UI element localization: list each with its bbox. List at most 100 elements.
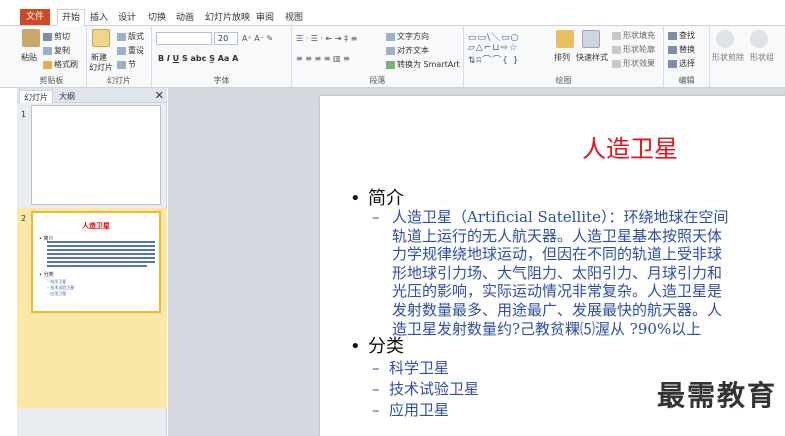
thumb-bullet-2: • 分类 [39,272,54,278]
shape-outline-button[interactable]: 形状轮廓 [612,44,655,55]
font-group: 20 A⁺ A⁻ ✎ B I U S abc S̲ Aa A 字体 [152,26,292,88]
category-dash: – [372,359,380,377]
tab-transitions[interactable]: 切换 [144,10,170,26]
category-dash: – [372,401,380,419]
thumb-text-line [47,241,155,243]
paste-icon[interactable] [22,29,40,47]
slide-thumbnail-1[interactable] [31,105,161,205]
outline-icon [612,45,621,54]
thumb-text-line [47,249,155,251]
shape-effects-label: 形状效果 [623,59,655,68]
find-button[interactable]: 查找 [668,30,695,41]
tab-animations[interactable]: 动画 [172,10,198,26]
tab-insert[interactable]: 插入 [86,10,112,26]
shapes-gallery[interactable]: ▭▭\＼▭○ ▱△⌐⊔⇨☆ ⇅ʭ⌒⌒{ } [468,30,520,66]
pane-tab-slides[interactable]: 幻灯片 [19,90,53,103]
find-label: 查找 [679,31,695,40]
tab-slideshow[interactable]: 幻灯片放映 [201,10,254,26]
category-item-2: – 技术试验卫星 [372,378,479,399]
fill-icon [612,31,621,40]
copy-label: 复制 [54,46,70,55]
new-slide-icon[interactable] [92,29,110,47]
bullet-intro[interactable]: • 简介 [350,184,404,210]
smartart-button[interactable]: 转换为 SmartArt [386,59,460,70]
shape-subtract-button[interactable]: 形状剪除 [712,52,744,63]
bullet-categories-label: 分类 [368,336,404,357]
intro-line-3: 力学规律绕地球运动，但因在不同的轨道上受非球 [392,245,723,264]
paragraph-group-label: 段落 [369,76,386,85]
shape-group-icon[interactable] [750,30,768,48]
intro-dash: – [372,208,380,226]
reset-button[interactable]: 重设 [117,45,144,56]
font-name-input[interactable] [156,32,212,45]
pane-tabs: 幻灯片 大纲 ✕ [17,88,167,103]
pane-tab-outline[interactable]: 大纲 [55,90,79,103]
copy-icon [43,46,52,55]
intro-line-4: 形地球引力场、大气阻力、太阳引力、月球引力和 [392,263,723,282]
shape-subtract-icon[interactable] [716,30,734,48]
close-icon[interactable]: ✕ [155,89,164,102]
shape-fill-button[interactable]: 形状填充 [612,30,655,41]
new-slide-button-label2[interactable]: 幻灯片 [89,62,113,73]
ribbon: 粘贴 剪切 复制 格式刷 剪贴板 新建 幻灯片 版式 重设 节 幻灯片 20 A… [0,26,785,88]
layout-label: 版式 [128,32,144,41]
paste-button[interactable]: 粘贴 [21,52,37,63]
smartart-icon [386,60,395,69]
intro-line-7: 造卫星发射数量约?己教贫粿⑸渥从 ?90%以上 [392,319,702,338]
tab-review[interactable]: 审阅 [252,10,278,26]
drawing-group-label: 绘图 [555,76,572,85]
align-text-button[interactable]: 对齐文本 [386,45,429,56]
bullet-dot: • [350,336,361,357]
thumb-text-line [47,261,155,263]
editing-group: 查找 替换 选择 编辑 [664,26,710,88]
category-label-3: 应用卫星 [389,401,450,419]
arrange-icon[interactable] [556,30,574,48]
category-label-1: 科学卫星 [389,359,450,377]
text-direction-icon [386,32,395,41]
slide-number-1: 1 [21,110,27,119]
list-buttons[interactable]: ☰ · ☰ · ⇤ ⇥ ‡ ≡ [296,34,357,43]
tab-file[interactable]: 文件 [20,9,50,25]
slide-title[interactable]: 人造卫星 [320,129,785,164]
select-button[interactable]: 选择 [668,58,695,69]
cut-label: 剪切 [54,32,70,41]
font-size-input[interactable]: 20 [214,32,238,45]
category-item-1: – 科学卫星 [372,357,449,378]
find-icon [668,31,677,40]
brush-icon [43,60,52,69]
section-button[interactable]: 节 [117,59,136,70]
select-icon [668,59,677,68]
section-label: 节 [128,60,136,69]
format-painter-button[interactable]: 格式刷 [43,59,78,70]
select-label: 选择 [679,59,695,68]
shape-effects-button[interactable]: 形状效果 [612,58,655,69]
tab-view[interactable]: 视图 [281,10,307,26]
tab-design[interactable]: 设计 [114,10,140,26]
slide-number-2: 2 [21,214,27,223]
smartart-label: 转换为 SmartArt [397,60,460,69]
tab-home[interactable]: 开始 [57,9,86,27]
slides-group: 新建 幻灯片 版式 重设 节 幻灯片 [87,26,152,88]
layout-button[interactable]: 版式 [117,31,144,42]
bullet-categories[interactable]: • 分类 [350,332,404,358]
arrange-button[interactable]: 排列 [554,52,570,63]
intro-line-6: 发射数量最多、用途最广、发展最快的航天器。人 [392,301,723,319]
text-direction-button[interactable]: 文字方向 [386,31,429,42]
category-dash: – [372,380,380,398]
drawing-group: ▭▭\＼▭○ ▱△⌐⊔⇨☆ ⇅ʭ⌒⌒{ } 排列 快速样式 形状填充 形状轮廓 形状… [464,26,664,88]
effects-icon [612,59,621,68]
quick-styles-button[interactable]: 快速样式 [576,52,608,63]
text-direction-label: 文字方向 [397,32,429,41]
scissors-icon [43,32,52,41]
font-format-buttons[interactable]: B I U S abc S̲ Aa A [158,54,238,63]
copy-button[interactable]: 复制 [43,45,70,56]
align-buttons[interactable]: ≡ ≡ ≡ ≡ ▥ ≡ [296,54,350,63]
slide-thumbnail-2[interactable]: 人造卫星 • 简介 • 分类 – 科学卫星 – 技术试验卫星 – 应用卫星 [31,211,161,313]
cut-button[interactable]: 剪切 [43,31,70,42]
shape-group-button[interactable]: 形状组 [750,52,774,63]
font-grow-shrink[interactable]: A⁺ A⁻ ✎ [242,34,273,43]
section-icon [117,60,126,69]
replace-button[interactable]: 替换 [668,44,695,55]
quick-styles-icon[interactable] [582,30,600,48]
intro-line-2: 轨道上运行的无人航天器。人造卫星基本按照天体 [392,226,723,245]
